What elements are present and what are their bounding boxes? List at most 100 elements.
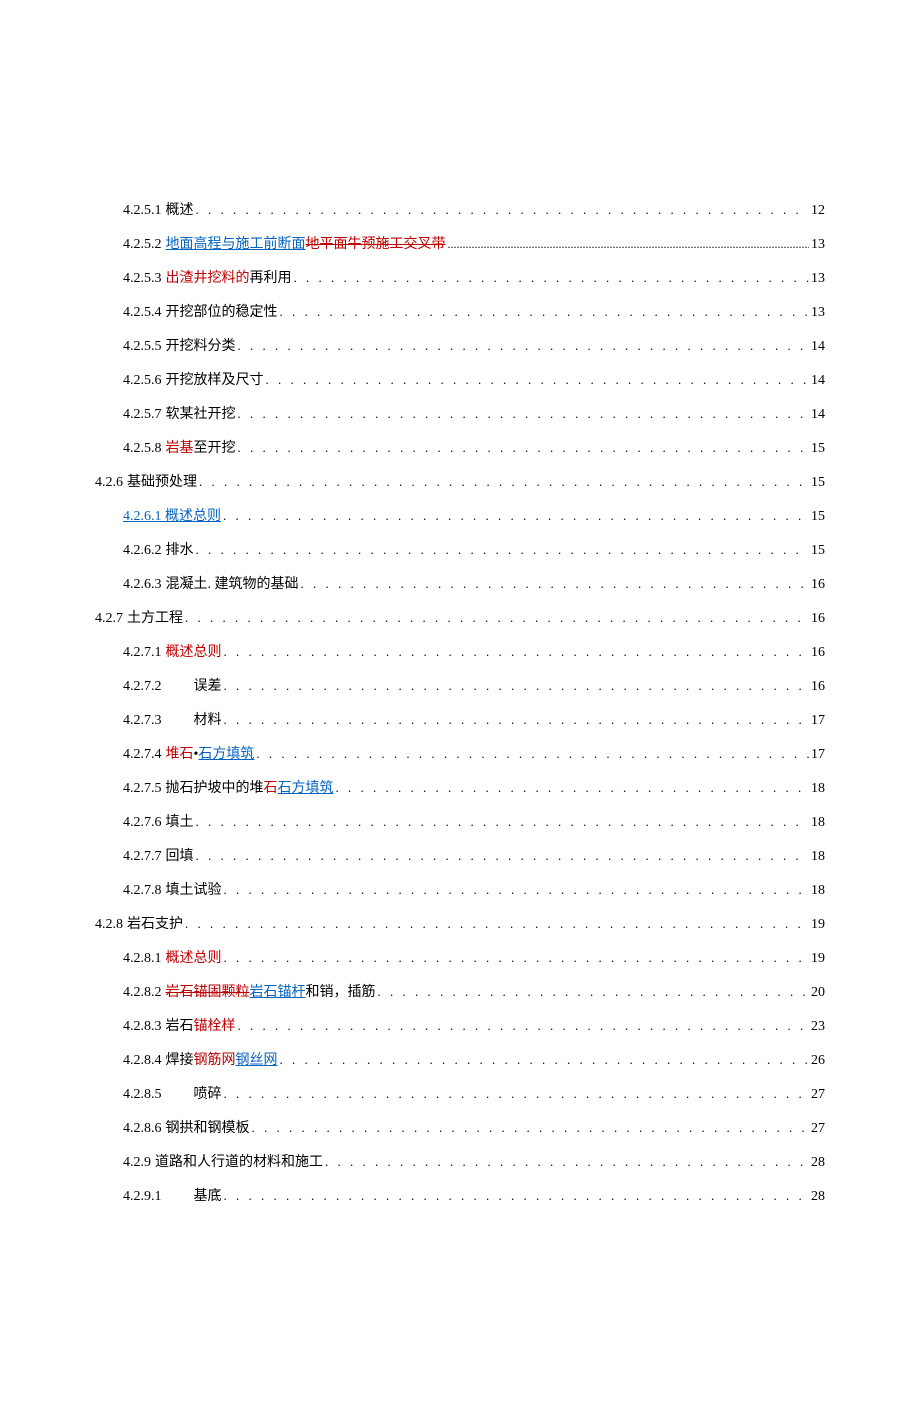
toc-entry: 4.2.5.7软某社开挖. . . . . . . . . . . . . . …: [123, 404, 825, 425]
toc-link[interactable]: 地面高程与施工前断面: [166, 237, 306, 252]
toc-leader-dots: . . . . . . . . . . . . . . . . . . . . …: [224, 710, 810, 730]
toc-number: 4.2.5.1: [123, 200, 162, 221]
toc-page-number: 13: [811, 268, 825, 289]
toc-title: 岩石锚固颗粒岩石锚杆和销，插筋: [166, 982, 376, 1003]
toc-leader-dots: . . . . . . . . . . . . . . . . . . . . …: [224, 642, 810, 662]
toc-page-number: 14: [811, 336, 825, 357]
toc-title: 钢拱和钢模板: [166, 1118, 250, 1139]
toc-number: 4.2.8.1: [123, 948, 162, 969]
toc-title: 混凝土. 建筑物的基础: [166, 574, 299, 595]
toc-number: 4.2.5.7: [123, 404, 162, 425]
toc-title-segment: 焊接: [166, 1053, 194, 1068]
toc-link[interactable]: 4.2.6.1 概述总则: [123, 509, 221, 524]
toc-title: 出渣井挖料的再利用: [166, 268, 292, 289]
toc-page-number: 16: [811, 642, 825, 663]
toc-entry: 4.2.6.1 概述总则. . . . . . . . . . . . . . …: [123, 506, 825, 527]
toc-page-number: 15: [811, 506, 825, 527]
toc-title-segment: 石: [264, 781, 278, 796]
toc-number: 4.2.8: [95, 914, 123, 935]
toc-page-number: 16: [811, 676, 825, 697]
toc-number: 4.2.9: [123, 1152, 151, 1173]
toc-title: 填土试验: [166, 880, 222, 901]
toc-title-segment: 抛石护坡中的堆: [166, 781, 264, 796]
toc-title-segment: 基础预处理: [127, 475, 197, 490]
toc-entry: 4.2.5.3出渣井挖料的再利用. . . . . . . . . . . . …: [123, 268, 825, 289]
toc-title: 基底: [194, 1186, 222, 1207]
toc-entry: 4.2.8.3岩石锚栓样. . . . . . . . . . . . . . …: [123, 1016, 825, 1037]
toc-number: 4.2.7.1: [123, 642, 162, 663]
toc-entry: 4.2.7.8填土试验. . . . . . . . . . . . . . .…: [123, 880, 825, 901]
toc-number: 4.2.7.2: [123, 676, 162, 697]
toc-title: 岩石支护: [127, 914, 183, 935]
toc-number: 4.2.8.6: [123, 1118, 162, 1139]
toc-entry: 4.2.7.1概述总则. . . . . . . . . . . . . . .…: [123, 642, 825, 663]
toc-entry: 4.2.9.1基底. . . . . . . . . . . . . . . .…: [123, 1186, 825, 1207]
toc-leader-dots: . . . . . . . . . . . . . . . . . . . . …: [238, 336, 810, 356]
toc-page-number: 18: [811, 812, 825, 833]
toc-leader-dots: . . . . . . . . . . . . . . . . . . . . …: [266, 370, 810, 390]
toc-number: 4.2.7.4: [123, 744, 162, 765]
toc-number: 4.2.5.5: [123, 336, 162, 357]
toc-title: 4.2.6.1 概述总则: [123, 506, 221, 527]
toc-title: 喷碎: [194, 1084, 222, 1105]
toc-title: 土方工程: [127, 608, 183, 629]
toc-page-number: 16: [811, 608, 825, 629]
toc-entry: 4.2.9道路和人行道的材料和施工 . . . . . . . . . . . …: [123, 1152, 825, 1173]
toc-title-segment: 岩石锚固颗粒: [166, 985, 250, 1000]
toc-title-segment: 和销，插筋: [306, 985, 376, 1000]
toc-title: 开挖放样及尺寸: [166, 370, 264, 391]
toc-page-number: 13: [811, 302, 825, 323]
toc-entry: 4.2.5.1概述. . . . . . . . . . . . . . . .…: [123, 200, 825, 221]
toc-entry: 4.2.7.4堆石•石方填筑. . . . . . . . . . . . . …: [123, 744, 825, 765]
toc-title-segment: 回填: [166, 849, 194, 864]
toc-title-segment: 岩石支护: [127, 917, 183, 932]
toc-title-segment: 锚栓样: [194, 1019, 236, 1034]
toc-entry: 4.2.7.5抛石护坡中的堆石石方填筑 . . . . . . . . . . …: [123, 778, 825, 799]
toc-title-segment: 基底: [194, 1189, 222, 1204]
toc-number: 4.2.5.8: [123, 438, 162, 459]
toc-page-number: 15: [811, 438, 825, 459]
toc-leader-dots: . . . . . . . . . . . . . . . . . . . . …: [294, 268, 810, 288]
toc-page-number: 14: [811, 370, 825, 391]
toc-page-number: 17: [811, 710, 825, 731]
toc-leader-dots: . . . . . . . . . . . . . . . . . . . . …: [224, 948, 810, 968]
toc-title-segment: 开挖放样及尺寸: [166, 373, 264, 388]
toc-entry: 4.2.8.5喷碎 . . . . . . . . . . . . . . . …: [123, 1084, 825, 1105]
toc-page-number: 16: [811, 574, 825, 595]
toc-leader-dots: . . . . . . . . . . . . . . . . . . . . …: [196, 200, 810, 220]
toc-number: 4.2.5.6: [123, 370, 162, 391]
toc-entry: 4.2.8岩石支护 . . . . . . . . . . . . . . . …: [95, 914, 825, 935]
toc-number: 4.2.8.4: [123, 1050, 162, 1071]
toc-title: 填土: [166, 812, 194, 833]
toc-page-number: 17: [811, 744, 825, 765]
toc-title: 概述总则: [166, 642, 222, 663]
toc-page-number: 18: [811, 778, 825, 799]
toc-link[interactable]: 钢丝网: [236, 1053, 278, 1068]
toc-entry: 4.2.5.6 开挖放样及尺寸. . . . . . . . . . . . . …: [123, 370, 825, 391]
toc-title-segment: 道路和人行道的材料和施工: [155, 1155, 323, 1170]
toc-entry: 4.2.5.5 开挖料分类. . . . . . . . . . . . . . …: [123, 336, 825, 357]
toc-title-segment: 至开挖: [194, 441, 236, 456]
toc-title-segment: 填土: [166, 815, 194, 830]
toc-title-segment: 误差: [194, 679, 222, 694]
toc-entry: 4.2.6基础预处理 . . . . . . . . . . . . . . .…: [95, 472, 825, 493]
toc-title-segment: 软某社开挖: [166, 407, 236, 422]
toc-link[interactable]: 岩石锚杆: [250, 985, 306, 1000]
toc-number: 4.2.9.1: [123, 1186, 162, 1207]
toc-leader-dots: . . . . . . . . . . . . . . . . . . . . …: [280, 302, 810, 322]
toc-page-number: 13: [811, 234, 825, 255]
toc-title-segment: 岩石: [166, 1019, 194, 1034]
toc-entry: 4.2.6.2排水. . . . . . . . . . . . . . . .…: [123, 540, 825, 561]
toc-entry: 4.2.5.8岩基至开挖. . . . . . . . . . . . . . …: [123, 438, 825, 459]
toc-entry: 4.2.7.6填土. . . . . . . . . . . . . . . .…: [123, 812, 825, 833]
toc-link[interactable]: 石方填筑: [198, 747, 254, 762]
toc-title: 岩基至开挖: [166, 438, 236, 459]
toc-title-segment: 开挖料分类: [166, 339, 236, 354]
toc-title-segment: 概述总则: [166, 951, 222, 966]
toc-number: 4.2.7: [95, 608, 123, 629]
toc-link[interactable]: 石方填筑: [278, 781, 334, 796]
toc-leader-dots: . . . . . . . . . . . . . . . . . . . . …: [224, 676, 810, 696]
toc-page-number: 27: [811, 1118, 825, 1139]
toc-page-number: 19: [811, 948, 825, 969]
toc-title: 地面高程与施工前断面地平面牛预施工交叉带: [166, 234, 446, 255]
